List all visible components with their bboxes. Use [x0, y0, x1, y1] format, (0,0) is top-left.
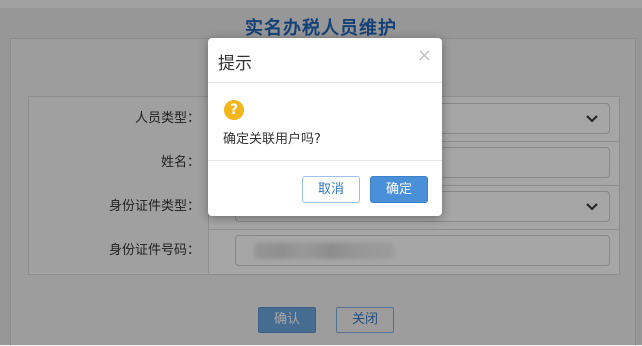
dialog-header: 提示 ×	[208, 38, 442, 83]
dialog-message: 确定关联用户吗?	[223, 132, 321, 147]
dialog-footer: 取消 确定	[208, 160, 442, 217]
close-icon[interactable]: ×	[417, 46, 432, 66]
confirm-dialog: 提示 × ? 确定关联用户吗? 取消 确定	[208, 38, 442, 216]
question-warning-icon: ?	[224, 100, 244, 120]
cancel-button[interactable]: 取消	[302, 176, 360, 203]
ok-button[interactable]: 确定	[370, 176, 428, 203]
dialog-title: 提示	[218, 54, 252, 74]
